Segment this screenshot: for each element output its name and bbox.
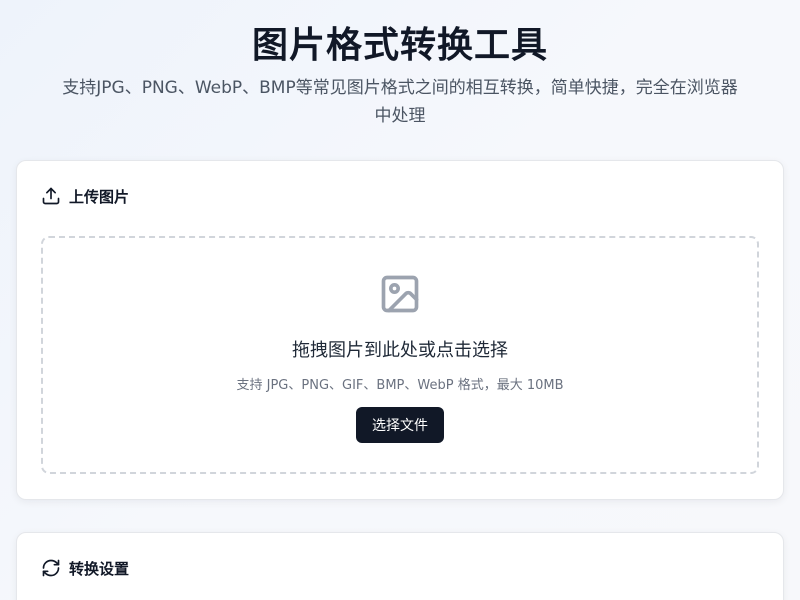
settings-card-header: 转换设置	[41, 557, 129, 579]
image-icon	[378, 272, 422, 320]
dropzone-hint-text: 支持 JPG、PNG、GIF、BMP、WebP 格式，最大 10MB	[236, 378, 564, 393]
page-title: 图片格式转换工具	[251, 25, 548, 66]
dropzone-main-text: 拖拽图片到此处或点击选择	[292, 340, 508, 361]
upload-card: 上传图片 拖拽图片到此处或点击选择 支持 JPG、PNG、GIF、BMP、Web…	[16, 160, 784, 500]
upload-card-title: 上传图片	[69, 187, 130, 206]
page-subtitle: 支持JPG、PNG、WebP、BMP等常见图片格式之间的相互转换，简单快捷，完全…	[62, 78, 738, 126]
settings-card-title: 转换设置	[69, 559, 130, 578]
upload-card-header: 上传图片	[41, 185, 129, 207]
dropzone[interactable]: 拖拽图片到此处或点击选择 支持 JPG、PNG、GIF、BMP、WebP 格式，…	[41, 236, 759, 474]
page: 图片格式转换工具 支持JPG、PNG、WebP、BMP等常见图片格式之间的相互转…	[0, 0, 800, 600]
refresh-icon	[41, 558, 61, 578]
settings-card: 转换设置	[16, 532, 784, 600]
choose-file-button[interactable]: 选择文件	[356, 407, 444, 443]
upload-icon	[41, 186, 61, 206]
